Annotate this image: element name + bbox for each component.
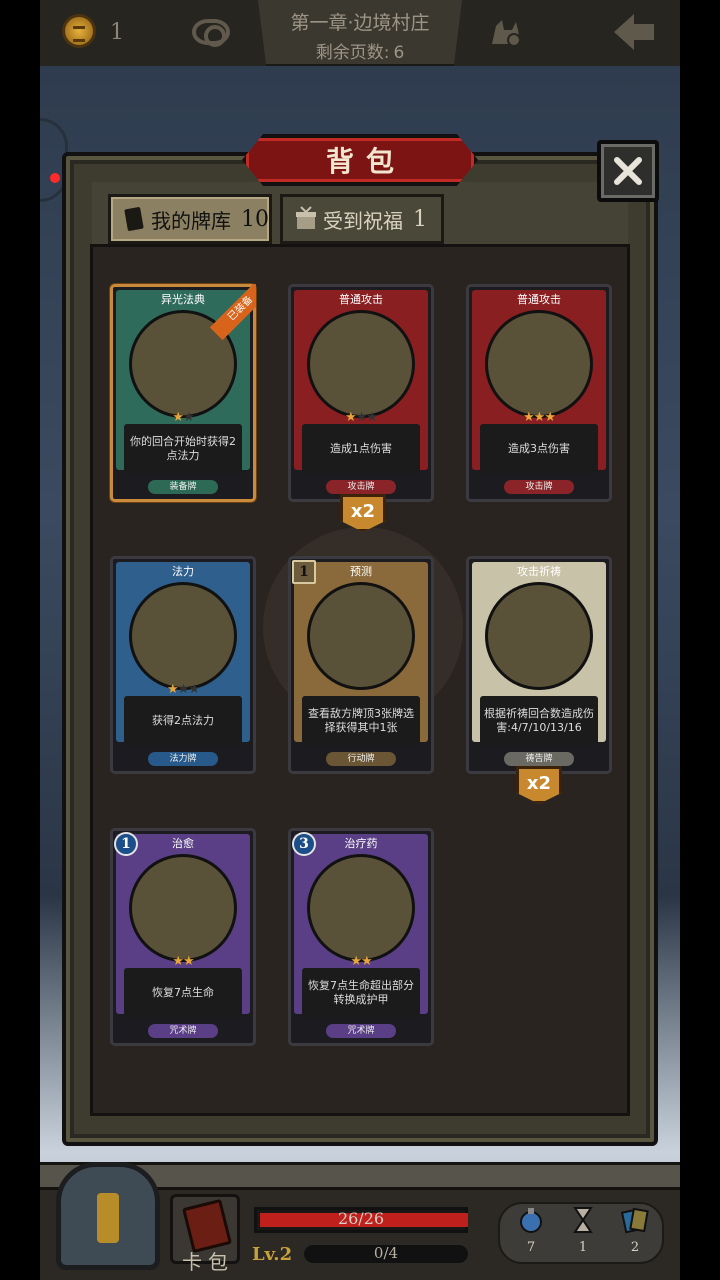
card-art	[129, 582, 237, 690]
top-bar: 1 第一章·边境村庄 剩余页数: 6	[40, 0, 680, 66]
card[interactable]: 异光法典 ★★ 你的回合开始时获得2点法力 装备牌 已装备	[110, 284, 256, 502]
card-type: 行动牌	[326, 752, 396, 766]
card-art	[485, 310, 593, 418]
tab-count: 1	[413, 206, 427, 232]
pages-remaining: 剩余页数: 6	[258, 38, 462, 63]
card-description: 恢复7点生命超出部分转换成护甲	[302, 968, 420, 1018]
card-stars: ★★★	[466, 410, 612, 425]
card[interactable]: 普通攻击 ★★★ 造成3点伤害 攻击牌	[466, 284, 612, 502]
card-stars: ★★	[288, 954, 434, 969]
level-label: Lv.2	[252, 1244, 293, 1265]
card[interactable]: 攻击祈祷 根据祈祷回合数造成伤害:4/7/10/13/16 祷告牌	[466, 556, 612, 774]
resource-count: 7	[526, 1240, 536, 1255]
potion-icon	[520, 1208, 542, 1233]
xp-text: 0/4	[373, 1244, 399, 1262]
star-icon: ★	[533, 410, 546, 425]
cost-badge: 1	[114, 832, 138, 856]
card-name: 普通攻击	[339, 293, 383, 306]
cat-icon[interactable]	[488, 16, 524, 48]
resource-count: 2	[630, 1240, 640, 1255]
tab-blessings[interactable]: 受到祝福 1	[280, 194, 444, 244]
tab-my-deck[interactable]: 我的牌库 10	[108, 194, 272, 244]
star-icon: ★	[188, 682, 200, 697]
card-art	[307, 854, 415, 962]
star-icon: ★	[544, 410, 556, 425]
card-type: 咒术牌	[148, 1024, 218, 1038]
card-description: 获得2点法力	[124, 696, 242, 746]
resource-potion[interactable]: 7	[511, 1206, 551, 1255]
chapter-title: 第一章·边境村庄	[290, 12, 430, 34]
card[interactable]: 法力 ★★★ 获得2点法力 法力牌	[110, 556, 256, 774]
card[interactable]: 治愈 ★★ 恢复7点生命 咒术牌 1	[110, 828, 256, 1046]
tab-label: 我的牌库	[151, 208, 231, 233]
card-name: 法力	[172, 565, 194, 578]
coin-icon	[62, 14, 96, 48]
close-button[interactable]	[597, 140, 659, 202]
star-icon: ★	[172, 954, 184, 969]
hourglass-icon	[573, 1207, 593, 1233]
tab-label: 受到祝福	[323, 208, 403, 233]
star-icon: ★	[361, 954, 373, 969]
pages-label: 剩余页数:	[315, 43, 390, 63]
resource-cards[interactable]: 2	[615, 1206, 655, 1255]
card[interactable]: 普通攻击 ★★★ 造成1点伤害 攻击牌	[288, 284, 434, 502]
card-art	[307, 310, 415, 418]
card-type: 咒术牌	[326, 1024, 396, 1038]
card-description: 恢复7点生命	[124, 968, 242, 1018]
cards-icon	[621, 1207, 649, 1234]
card-art	[129, 854, 237, 962]
card-name: 普通攻击	[517, 293, 561, 306]
deck-label: 卡包	[182, 1250, 234, 1274]
cost-badge: 3	[292, 832, 316, 856]
star-icon: ★	[350, 954, 362, 969]
card-stars: ★★	[110, 954, 256, 969]
equipped-ribbon: 已装备	[209, 284, 256, 341]
card-type: 法力牌	[148, 752, 218, 766]
game-screen: 1 第一章·边境村庄 剩余页数: 6 背包 我的牌库 10 受到祝福 1 异光法…	[0, 0, 720, 1280]
card-stars: ★★★	[110, 682, 256, 697]
card[interactable]: 预测 查看敌方牌顶3张牌选择获得其中1张 行动牌 1	[288, 556, 434, 774]
close-icon	[614, 157, 642, 185]
coin-count: 1	[110, 20, 124, 45]
card-type: 攻击牌	[504, 480, 574, 494]
panel-title: 背包	[325, 145, 406, 178]
card-description: 造成1点伤害	[302, 424, 420, 474]
cost-badge: 1	[292, 560, 316, 584]
hp-text: 26/26	[337, 1209, 385, 1228]
resource-count: 1	[578, 1240, 588, 1255]
resource-hourglass[interactable]: 1	[563, 1206, 603, 1255]
back-arrow-icon[interactable]	[612, 12, 656, 52]
chapter-info: 第一章·边境村庄 剩余页数: 6	[258, 0, 462, 66]
card-icon	[124, 207, 144, 231]
card-description: 造成3点伤害	[480, 424, 598, 474]
star-icon: ★	[183, 954, 195, 969]
gift-icon	[296, 206, 316, 229]
card-type: 祷告牌	[504, 752, 574, 766]
star-icon: ★	[177, 682, 190, 697]
hero-portrait[interactable]	[56, 1162, 160, 1270]
card-description: 查看敌方牌顶3张牌选择获得其中1张	[302, 696, 420, 746]
star-icon: ★	[355, 410, 368, 425]
pages-value: 6	[393, 43, 405, 63]
card-art	[307, 582, 415, 690]
card[interactable]: 治疗药 ★★ 恢复7点生命超出部分转换成护甲 咒术牌 3	[288, 828, 434, 1046]
star-icon: ★	[345, 410, 357, 425]
left-letterbox	[0, 0, 40, 1280]
card-art	[485, 582, 593, 690]
book-icon	[182, 1198, 232, 1254]
right-letterbox	[680, 0, 720, 1280]
tab-count: 10	[241, 206, 269, 232]
eye-icon[interactable]	[192, 19, 230, 47]
star-icon: ★	[366, 410, 378, 425]
card-type: 攻击牌	[326, 480, 396, 494]
card-description: 根据祈祷回合数造成伤害:4/7/10/13/16	[480, 696, 598, 746]
star-icon: ★	[167, 682, 179, 697]
ribbon-clip: 已装备	[110, 284, 256, 502]
card-stars: ★★★	[288, 410, 434, 425]
star-icon: ★	[523, 410, 535, 425]
card-name: 攻击祈祷	[517, 565, 561, 578]
